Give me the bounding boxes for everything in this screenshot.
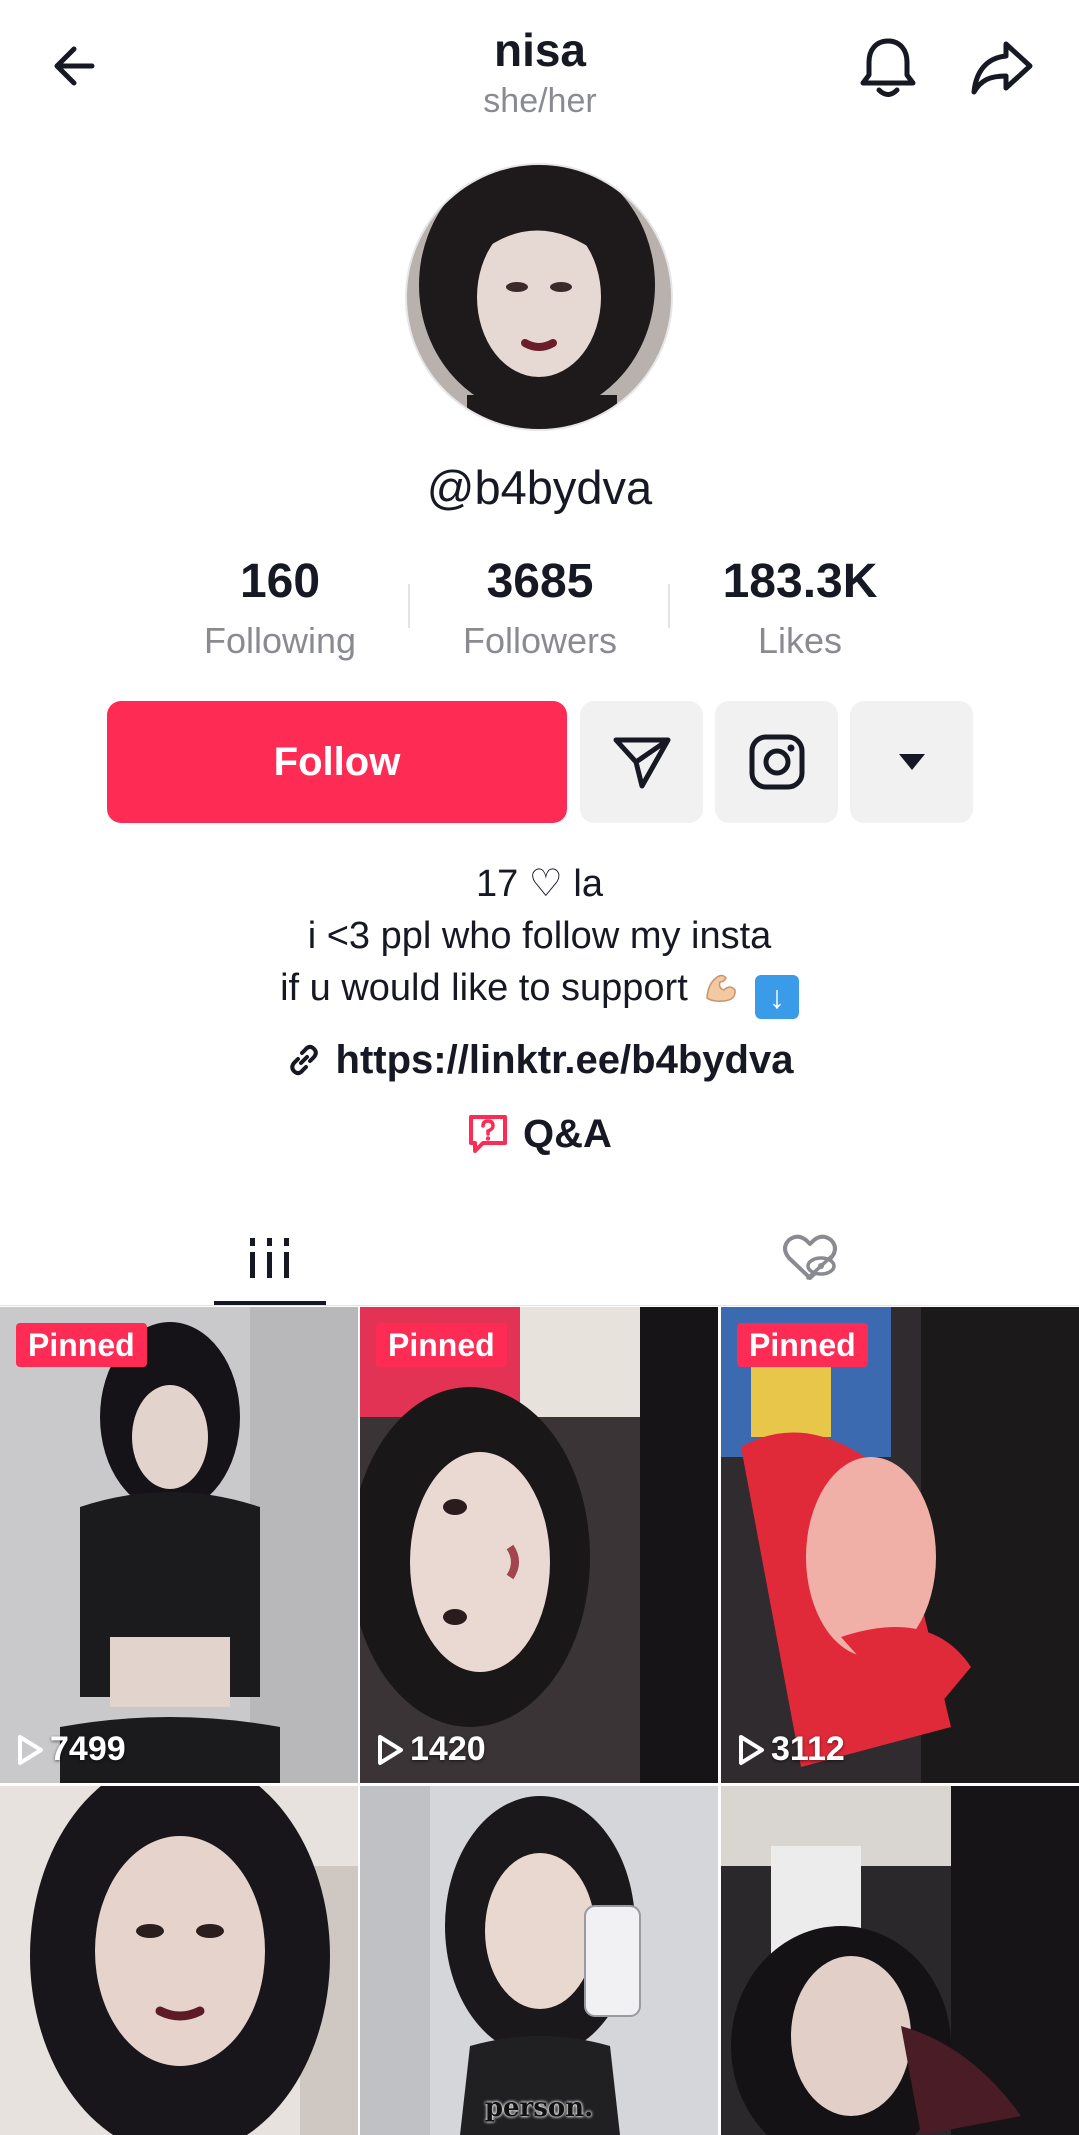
profile-tabs [0,1210,1079,1306]
stat-label: Followers [462,620,618,661]
video-thumbnail[interactable]: person. [360,1786,718,2135]
pronouns: she/her [483,82,597,120]
caret-down-icon [898,754,925,770]
link-icon [289,1044,318,1076]
qa-label: Q&A [523,1112,612,1156]
stat-value: 3685 [486,555,594,608]
bio: 17 ♡ la i <3 ppl who follow my insta if … [0,858,1079,1019]
grid-icon [250,1238,289,1278]
play-icon [739,1734,764,1765]
bell-icon [860,38,916,97]
play-icon [18,1734,43,1765]
play-icon [378,1734,403,1765]
video-thumbnail-image [721,1786,1079,2135]
page-title: nisa [493,24,587,76]
top-bar: nisa she/her [0,0,1079,140]
view-count: 1420 [376,1730,486,1769]
video-thumbnail[interactable] [721,1786,1079,2135]
pinned-badge: Pinned [737,1323,868,1367]
more-options-button[interactable] [850,701,973,823]
flexed-biceps-emoji [706,974,737,1002]
stat-value: 183.3K [722,555,878,608]
share-button[interactable] [962,28,1042,108]
stat-divider [408,584,410,628]
avatar[interactable] [405,163,673,431]
video-thumbnail[interactable]: Pinned 3112 [721,1307,1079,1783]
stat-label: Following [203,620,357,661]
video-thumbnail-image [721,1307,1079,1783]
link-text: https://linktr.ee/b4bydva [335,1038,794,1082]
username: @b4bydva [426,461,653,514]
stat-value: 160 [239,555,321,608]
arrow-left-icon [54,46,95,86]
view-count-value: 1420 [410,1730,486,1768]
video-thumbnail[interactable]: Pinned 7499 [0,1307,358,1783]
tabs-divider [0,1305,1079,1306]
video-thumbnail-image [360,1786,718,2135]
video-thumbnail[interactable]: Pinned 1420 [360,1307,718,1783]
message-button[interactable] [580,701,703,823]
qa-button[interactable]: Q&A [0,1106,1079,1162]
view-count: 7499 [16,1730,126,1769]
instagram-icon [749,734,804,790]
qa-icon [469,1115,508,1153]
video-thumbnail-image [360,1307,718,1783]
bio-link[interactable]: https://linktr.ee/b4bydva [0,1032,1079,1088]
stat-divider [668,584,670,628]
stat-following[interactable]: 160 Following [170,552,390,666]
tab-videos[interactable] [214,1210,326,1306]
share-icon [971,41,1033,95]
video-grid: Pinned 7499 Pinned 1420 Pinned 3112 pers… [0,1307,1079,2135]
view-count: 3112 [737,1730,845,1769]
pinned-badge: Pinned [376,1323,507,1367]
back-button[interactable] [40,30,112,102]
stat-label: Likes [757,620,843,661]
liked-hidden-icon [783,1234,837,1280]
stat-likes[interactable]: 183.3K Likes [690,552,910,666]
view-count-value: 3112 [771,1730,845,1768]
bio-line: i <3 ppl who follow my insta [307,915,772,957]
follow-button[interactable]: Follow [107,701,567,823]
stat-followers[interactable]: 3685 Followers [430,552,650,666]
video-thumbnail-image [0,1307,358,1783]
video-thumbnail[interactable] [0,1786,358,2135]
view-count-value: 7499 [50,1730,126,1768]
instagram-button[interactable] [715,701,838,823]
notifications-button[interactable] [848,28,928,108]
profile-header: nisa she/her [290,22,790,122]
down-arrow-emoji: ↓ [754,975,799,1019]
tab-liked[interactable] [754,1210,866,1306]
send-message-icon [613,737,670,789]
pinned-badge: Pinned [16,1323,147,1367]
video-caption: person. [484,2093,594,2123]
bio-line: if u would like to support [280,967,688,1009]
bio-line-with-emoji: if u would like to support ↓ [0,962,1079,1019]
profile-actions: Follow [0,701,1079,825]
profile-stats: 160 Following 3685 Followers 183.3K Like… [0,552,1079,672]
bio-line: 17 ♡ la [475,863,604,905]
video-thumbnail-image [0,1786,358,2135]
